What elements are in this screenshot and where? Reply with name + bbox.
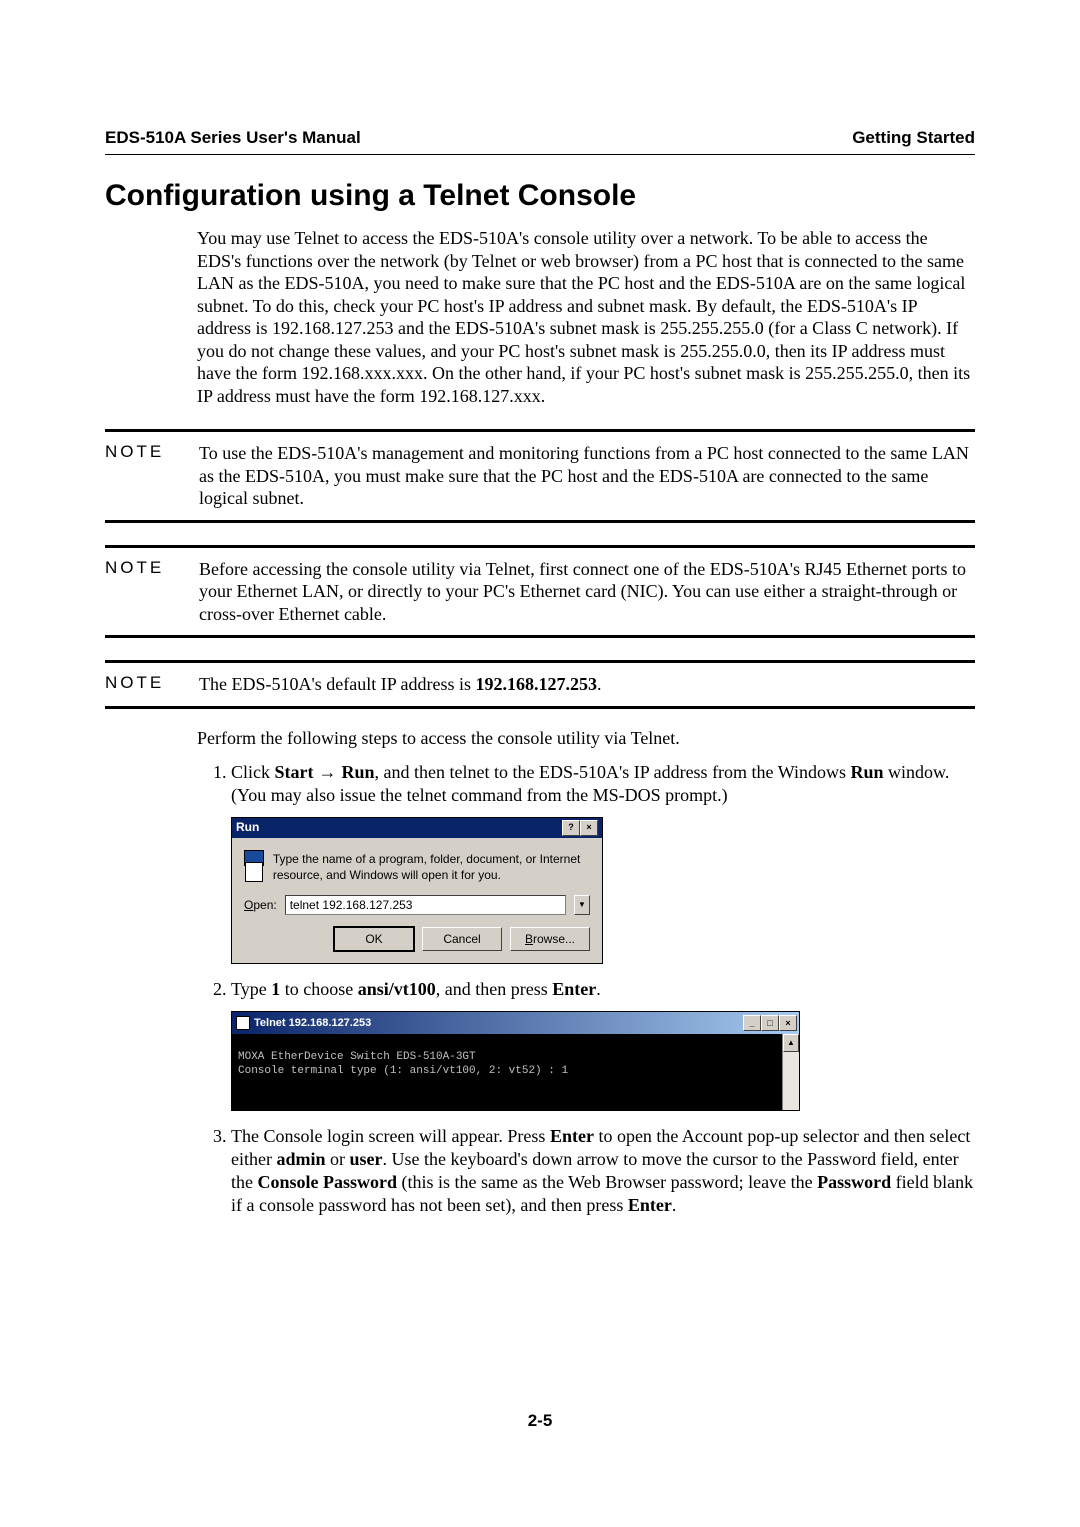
telnet-app-icon: [236, 1016, 250, 1030]
run-dialog-title: Run: [236, 820, 259, 835]
note-label: NOTE: [105, 442, 177, 510]
step-3: The Console login screen will appear. Pr…: [231, 1125, 975, 1217]
note-1: NOTE To use the EDS-510A's management an…: [105, 429, 975, 523]
note-text: Before accessing the console utility via…: [199, 558, 975, 626]
note-3: NOTE The EDS-510A's default IP address i…: [105, 660, 975, 709]
note3-suffix: .: [597, 674, 602, 694]
note3-ip: 192.168.127.253: [476, 674, 598, 694]
scroll-track[interactable]: [783, 1052, 799, 1110]
run-dialog: Run ? × Type the name of a program, fold…: [231, 817, 603, 964]
telnet-terminal[interactable]: MOXA EtherDevice Switch EDS-510A-3GT Con…: [232, 1034, 782, 1110]
header-left: EDS-510A Series User's Manual: [105, 128, 361, 148]
scrollbar[interactable]: ▲: [782, 1034, 799, 1110]
telnet-title-text: Telnet 192.168.127.253: [254, 1016, 371, 1030]
section-title: Configuration using a Telnet Console: [105, 179, 975, 213]
maximize-icon[interactable]: □: [761, 1015, 779, 1031]
step-2: Type 1 to choose ansi/vt100, and then pr…: [231, 978, 975, 1111]
header-right: Getting Started: [852, 128, 975, 148]
close-icon[interactable]: ×: [779, 1015, 797, 1031]
close-icon[interactable]: ×: [580, 820, 598, 836]
ok-button[interactable]: OK: [334, 927, 414, 951]
step-1: Click Start → Run, and then telnet to th…: [231, 761, 975, 964]
run-dialog-icon: [244, 850, 263, 882]
open-input[interactable]: [285, 895, 566, 915]
note-text: The EDS-510A's default IP address is 192…: [199, 673, 602, 696]
note-text: To use the EDS-510A's management and mon…: [199, 442, 975, 510]
note-label: NOTE: [105, 673, 177, 696]
steps-list: Click Start → Run, and then telnet to th…: [197, 761, 975, 1217]
run-dialog-titlebar[interactable]: Run ? ×: [232, 818, 602, 838]
steps-intro: Perform the following steps to access th…: [197, 727, 975, 750]
note3-prefix: The EDS-510A's default IP address is: [199, 674, 476, 694]
cancel-button[interactable]: Cancel: [422, 927, 502, 951]
note-label: NOTE: [105, 558, 177, 626]
scroll-up-icon[interactable]: ▲: [783, 1034, 799, 1052]
telnet-window: Telnet 192.168.127.253 _ □ × MOXA EtherD…: [231, 1011, 800, 1111]
run-dialog-description: Type the name of a program, folder, docu…: [273, 850, 590, 883]
intro-paragraph: You may use Telnet to access the EDS-510…: [197, 227, 975, 407]
minimize-icon[interactable]: _: [743, 1015, 761, 1031]
dropdown-icon[interactable]: ▼: [574, 895, 590, 915]
note-2: NOTE Before accessing the console utilit…: [105, 545, 975, 639]
browse-button[interactable]: Browse...: [510, 927, 590, 951]
help-icon[interactable]: ?: [562, 820, 580, 836]
page-number: 2-5: [0, 1411, 1080, 1431]
telnet-titlebar[interactable]: Telnet 192.168.127.253 _ □ ×: [232, 1012, 799, 1034]
open-label: Open:: [244, 898, 277, 913]
page-header: EDS-510A Series User's Manual Getting St…: [105, 128, 975, 155]
